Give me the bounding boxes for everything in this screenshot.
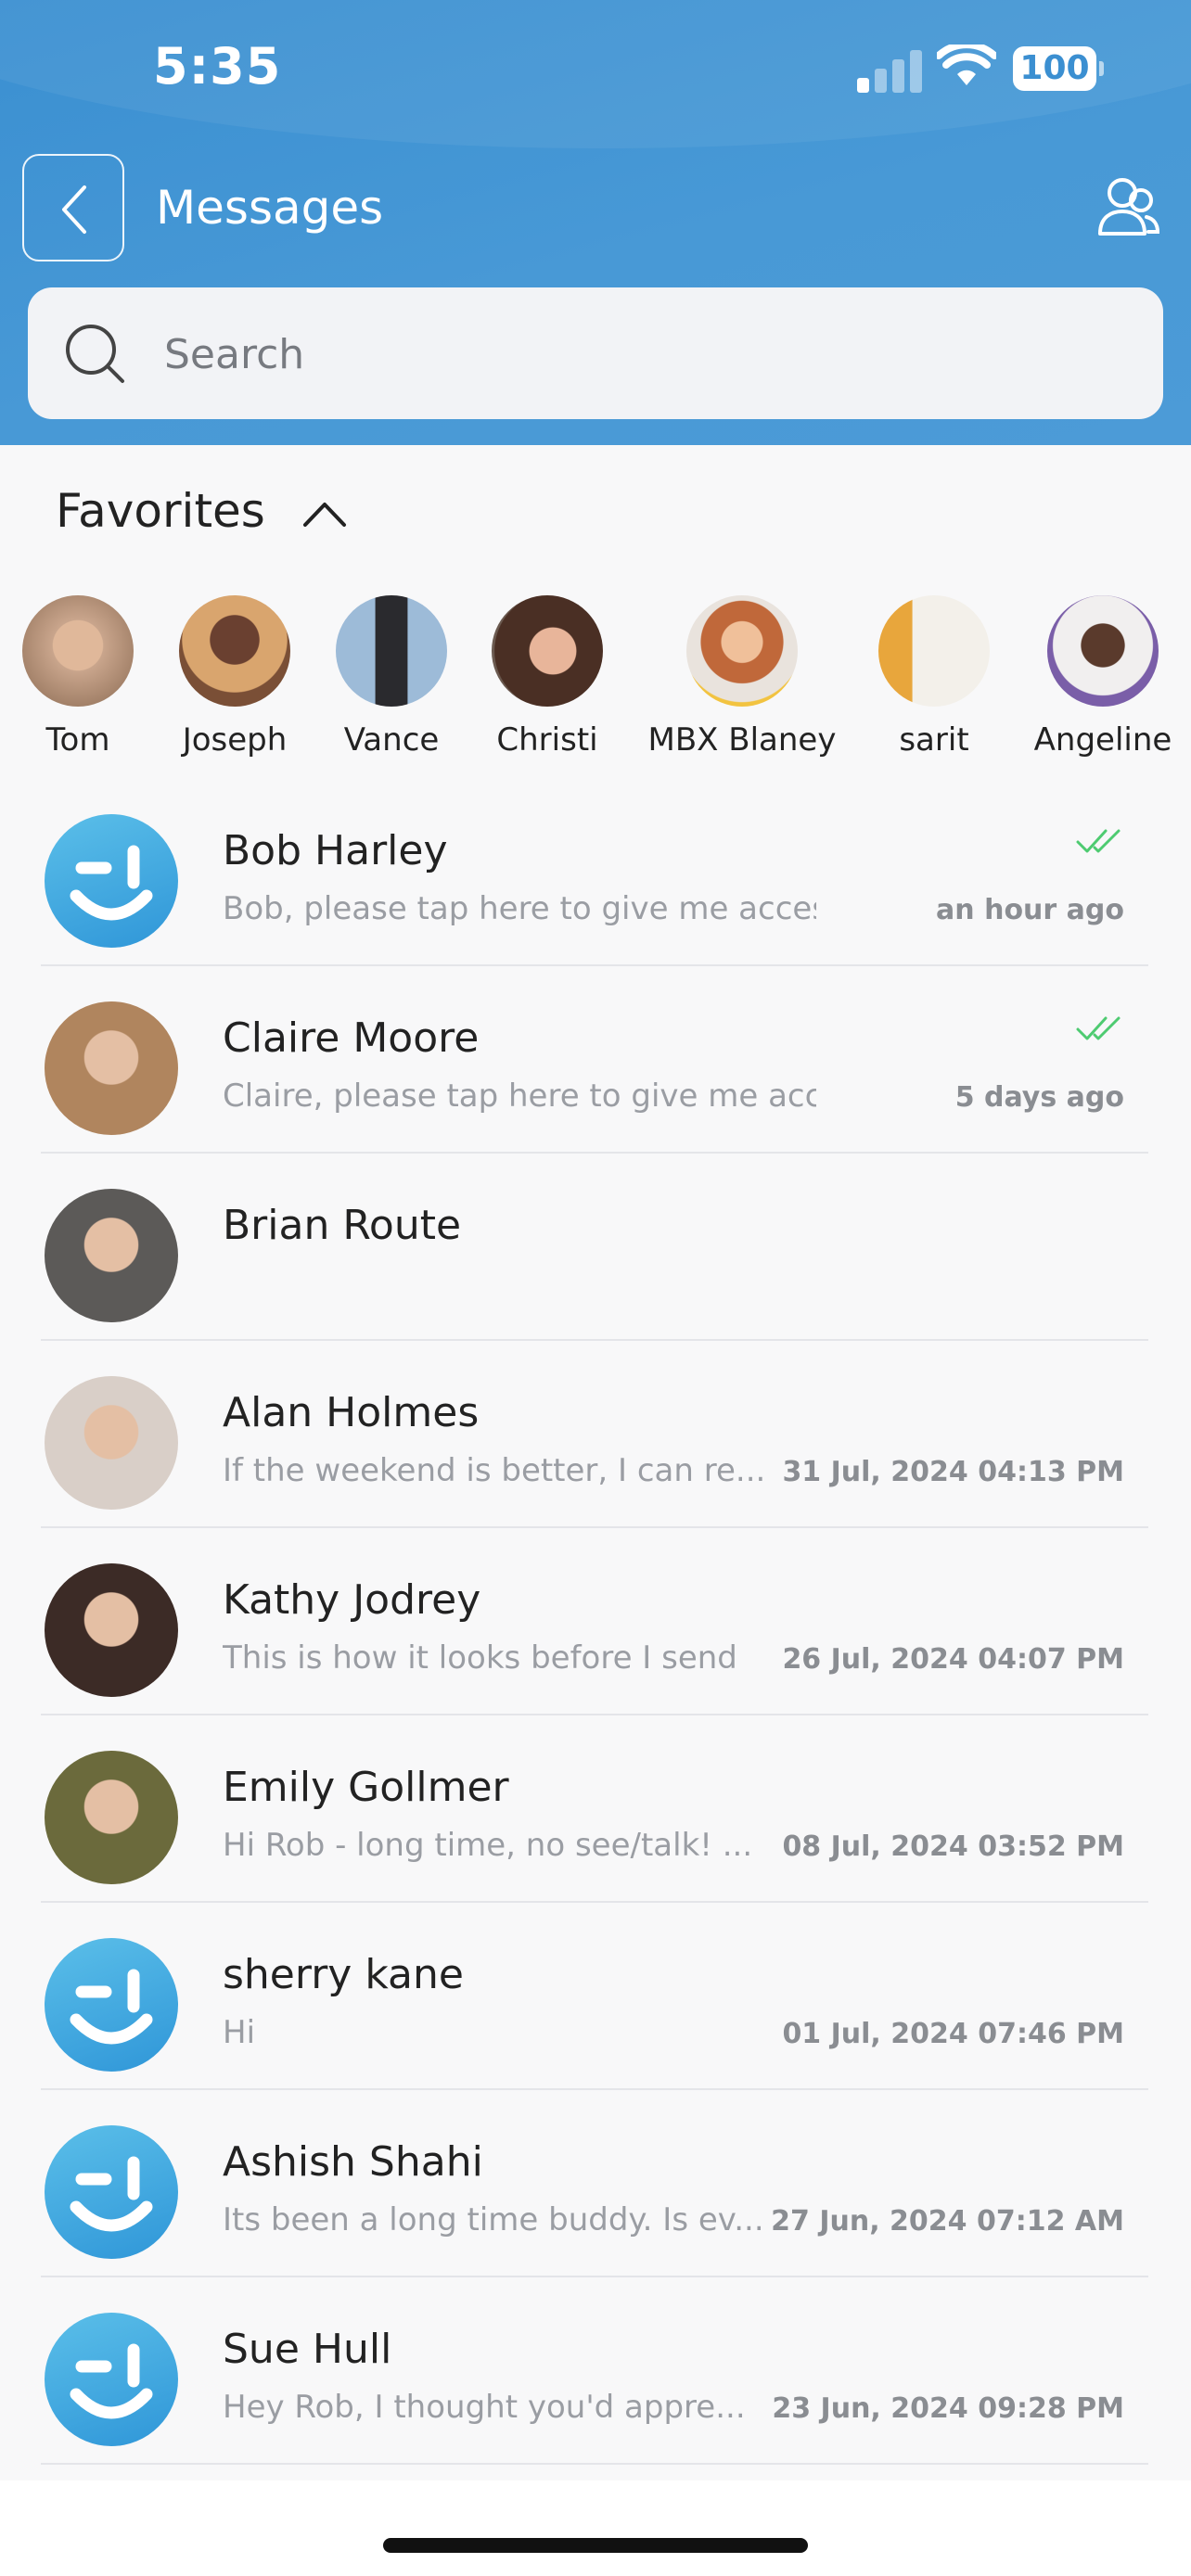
contact-name: Claire Moore [223,1014,480,1062]
message-preview: Hi [223,2014,256,2051]
favorite-contact[interactable]: MBX Blaney [640,595,844,759]
avatar [1047,595,1159,707]
contact-name: sherry kane [223,1951,464,1998]
message-timestamp: 23 Jun, 2024 09:28 PM [772,2392,1124,2425]
back-button[interactable] [22,154,124,261]
favorites-title: Favorites [56,484,265,538]
avatar [22,595,134,707]
conversation-row[interactable]: Sue Hull Hey Rob, I thought you'd appre..… [41,2277,1148,2465]
read-receipt-icon [1076,1014,1124,1046]
status-time: 5:35 [153,37,282,96]
avatar [878,595,990,707]
app-logo-icon [70,1969,153,2045]
chevron-up-icon [303,503,346,527]
app-logo-icon [70,2343,153,2419]
message-preview: If the weekend is better, I can re... [223,1452,766,1489]
app-logo-icon [70,845,153,921]
message-preview: Hi Rob - long time, no see/talk! ... [223,1827,753,1864]
message-preview: Claire, please tap here to give me acces… [223,1078,816,1115]
conversation-list: Bob Harley Bob, please tap here to give m… [0,779,1191,2465]
avatar [45,1563,178,1697]
conversation-row[interactable]: sherry kane Hi 01 Jul, 2024 07:46 PM [41,1903,1148,2090]
favorites-toggle[interactable]: Favorites [56,484,346,549]
avatar [45,2313,178,2446]
message-timestamp: 08 Jul, 2024 03:52 PM [782,1830,1124,1863]
conversation-row[interactable]: Bob Harley Bob, please tap here to give m… [41,779,1148,966]
search-icon [66,325,124,383]
contacts-icon[interactable] [1095,172,1159,243]
favorite-contact[interactable]: Angeline [1001,595,1191,759]
read-receipt-icon [1076,827,1124,859]
favorite-name: Angeline [1033,721,1172,759]
contact-name: Ashish Shahi [223,2138,483,2186]
contact-name: Brian Route [223,1202,462,1249]
battery-icon: 100 [1013,46,1104,91]
avatar [179,595,290,707]
message-timestamp: 27 Jun, 2024 07:12 AM [771,2205,1124,2238]
favorites-strip: Tom Joseph Vance Christi MBX Blaney sari… [0,595,1191,772]
avatar [686,595,798,707]
app-logo-icon [70,2156,153,2232]
conversation-row[interactable]: Alan Holmes If the weekend is better, I c… [41,1341,1148,1528]
favorite-contact[interactable]: Christi [445,595,649,759]
conversation-row[interactable]: Brian Route [41,1154,1148,1341]
avatar [45,1189,178,1322]
conversation-row[interactable]: Kathy Jodrey This is how it looks before … [41,1528,1148,1715]
search-input[interactable] [162,315,1094,393]
home-indicator[interactable] [383,2538,808,2553]
message-preview: Its been a long time buddy. Is ev... [223,2201,764,2238]
avatar [45,1938,178,2072]
favorite-name: Christi [496,721,598,759]
contact-name: Bob Harley [223,827,448,874]
contact-name: Sue Hull [223,2326,392,2373]
cellular-signal-icon [857,48,922,93]
message-preview: Hey Rob, I thought you'd appre... [223,2389,746,2426]
avatar [45,814,178,948]
contact-name: Alan Holmes [223,1389,480,1436]
avatar [45,2125,178,2259]
conversation-row[interactable]: Ashish Shahi Its been a long time buddy. … [41,2090,1148,2277]
avatar [45,1376,178,1510]
conversation-row[interactable]: Claire Moore Claire, please tap here to g… [41,966,1148,1154]
avatar [336,595,447,707]
favorite-name: MBX Blaney [647,721,837,759]
header-bar: 5:35 100 Messages [0,0,1191,445]
contact-name: Emily Gollmer [223,1764,509,1811]
avatar [45,1751,178,1884]
message-timestamp: 5 days ago [954,1081,1124,1114]
contact-name: Kathy Jodrey [223,1576,481,1624]
message-timestamp: 31 Jul, 2024 04:13 PM [782,1456,1124,1488]
message-timestamp: 26 Jul, 2024 04:07 PM [782,1643,1124,1676]
avatar [45,1001,178,1135]
conversation-row[interactable]: Emily Gollmer Hi Rob - long time, no see/… [41,1715,1148,1903]
home-area [0,2480,1191,2576]
search-bar[interactable] [28,287,1163,419]
message-preview: This is how it looks before I send [223,1639,737,1677]
page-title: Messages [156,181,384,235]
chevron-left-icon [62,185,86,234]
wifi-icon [937,45,996,85]
avatar [492,595,603,707]
message-timestamp: an hour ago [936,894,1124,926]
message-preview: Bob, please tap here to give me access t… [223,890,816,927]
message-timestamp: 01 Jul, 2024 07:46 PM [782,2018,1124,2050]
